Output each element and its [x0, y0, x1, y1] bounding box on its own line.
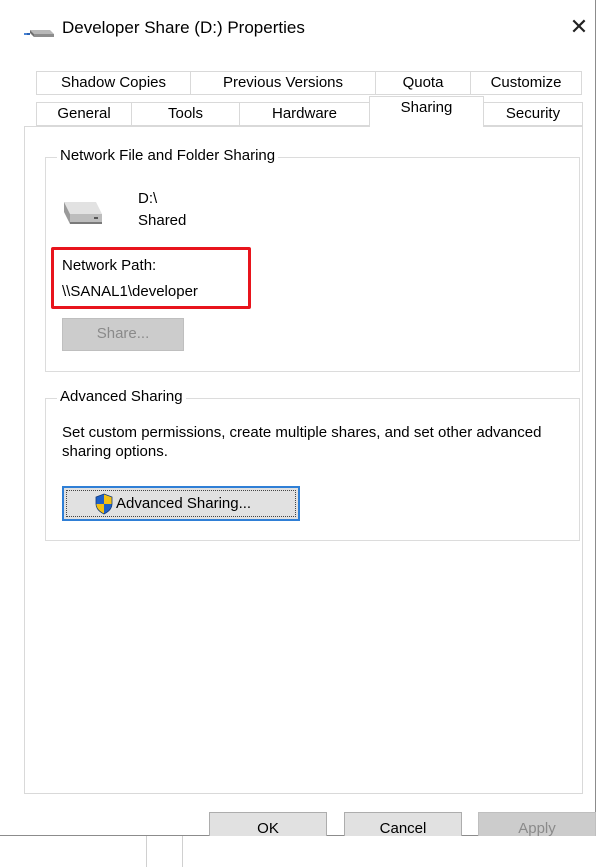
network-sharing-group-label: Network File and Folder Sharing	[57, 147, 279, 164]
advanced-sharing-button[interactable]: Advanced Sharing...	[62, 486, 300, 521]
background-divider	[182, 836, 183, 867]
close-icon[interactable]: ✕	[566, 12, 592, 42]
title-bar: Developer Share (D:) Properties ✕	[0, 0, 596, 60]
advanced-sharing-button-label: Advanced Sharing...	[116, 495, 252, 512]
tab-hardware[interactable]: Hardware	[239, 102, 370, 126]
tab-sharing[interactable]: Sharing	[369, 96, 484, 127]
window-title: Developer Share (D:) Properties	[62, 18, 305, 37]
properties-dialog: Developer Share (D:) Properties ✕ Shadow…	[0, 0, 596, 846]
background-divider	[146, 836, 147, 867]
tab-customize[interactable]: Customize	[470, 71, 582, 95]
uac-shield-icon	[95, 493, 113, 515]
tab-general[interactable]: General	[36, 102, 132, 126]
share-status: Shared	[138, 212, 187, 229]
tab-quota[interactable]: Quota	[375, 71, 471, 95]
drive-icon	[64, 202, 102, 224]
tab-tools[interactable]: Tools	[131, 102, 240, 126]
advanced-sharing-description: Set custom permissions, create multiple …	[62, 424, 542, 460]
network-path-label: Network Path:	[62, 257, 157, 274]
background-strip	[0, 836, 598, 867]
tab-previous-versions[interactable]: Previous Versions	[190, 71, 376, 95]
share-button[interactable]: Share...	[62, 318, 184, 351]
drive-name: D:\	[138, 190, 158, 207]
advanced-sharing-group-label: Advanced Sharing	[57, 388, 186, 405]
drive-share-icon	[24, 30, 54, 37]
tab-shadow-copies[interactable]: Shadow Copies	[36, 71, 191, 95]
network-path-value: \\SANAL1\developer	[62, 283, 198, 300]
tab-security[interactable]: Security	[483, 102, 583, 126]
